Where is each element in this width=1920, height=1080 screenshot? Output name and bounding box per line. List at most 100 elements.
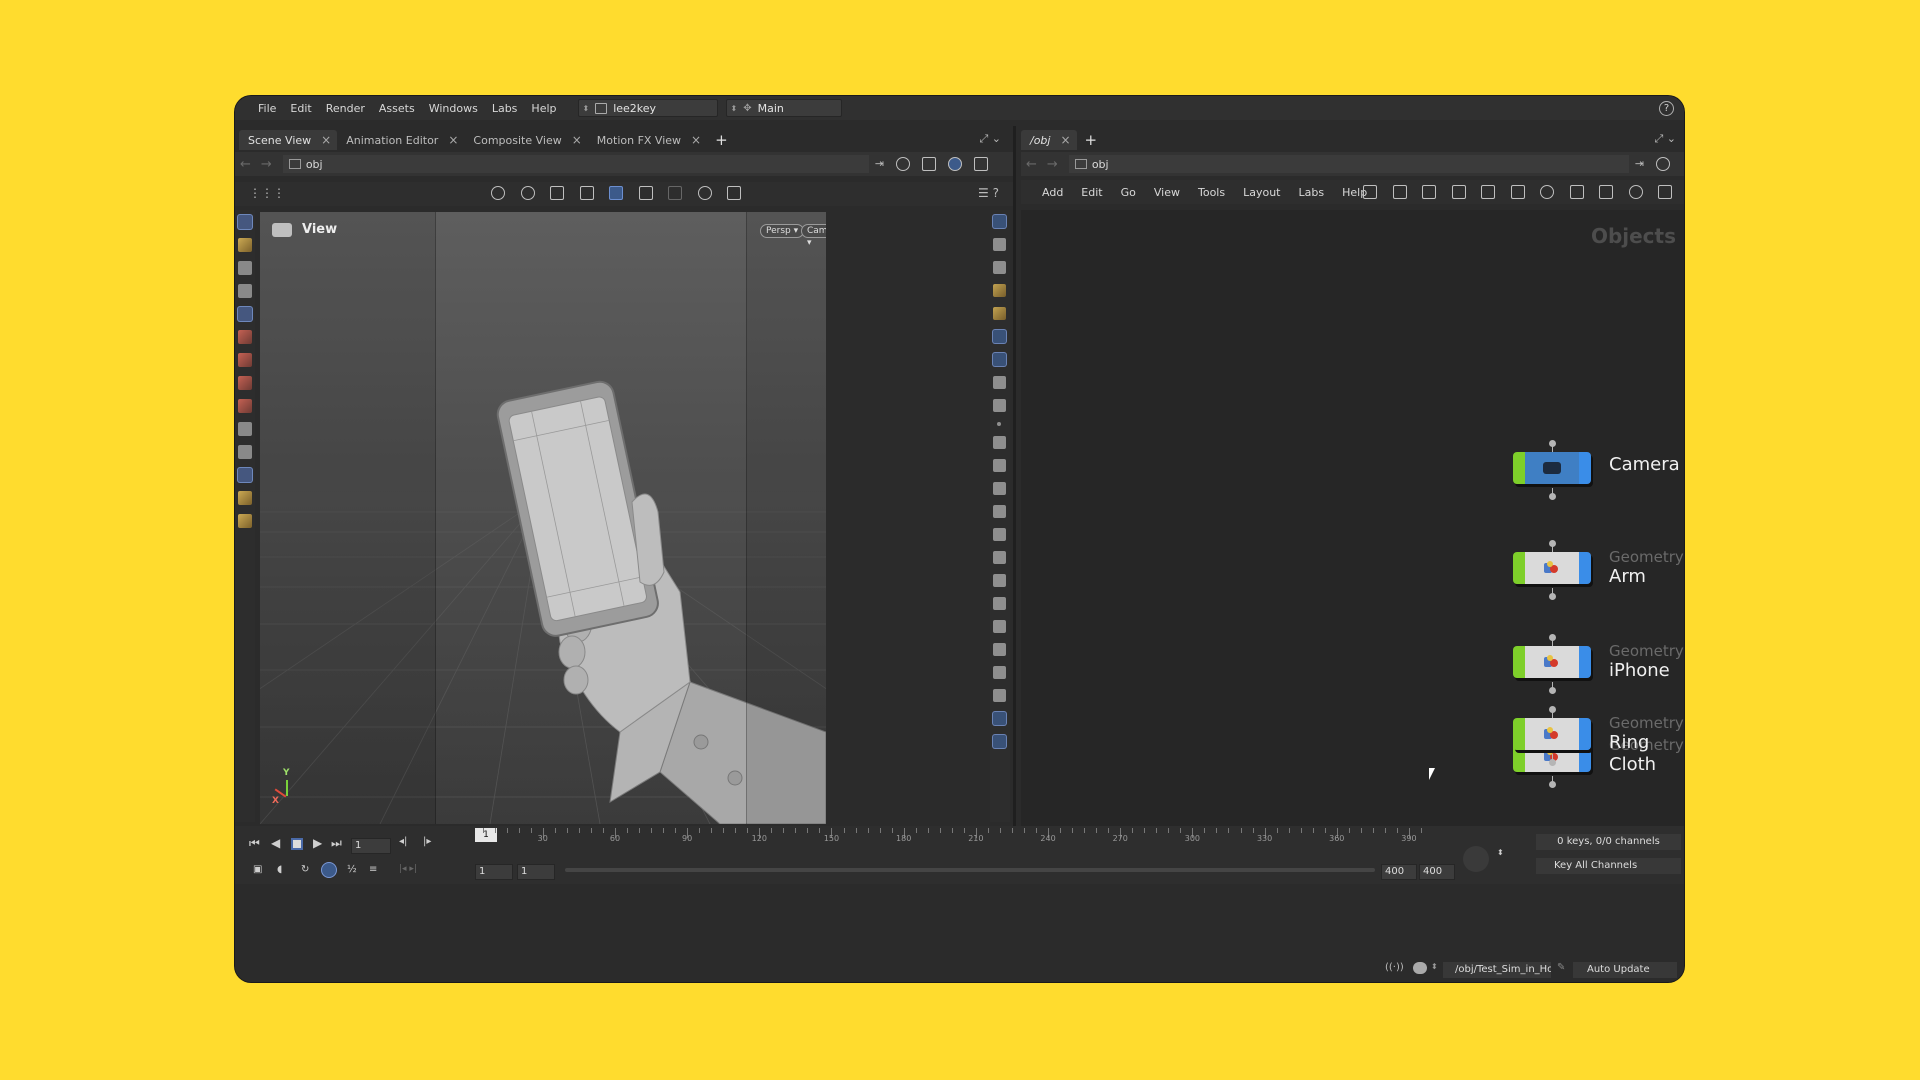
node-render-flag[interactable] — [1579, 718, 1591, 750]
context-selector[interactable]: ⬍ ✥ Main — [725, 99, 842, 117]
viewport-title[interactable]: View — [272, 222, 337, 237]
primitive-icon[interactable] — [993, 505, 1006, 518]
dolly-icon[interactable] — [550, 186, 564, 200]
net-menu-labs[interactable]: Labs — [1290, 186, 1334, 199]
half-rate-label[interactable]: ½ — [347, 864, 357, 875]
back-arrow-icon[interactable]: ← — [235, 157, 256, 172]
snap-icon[interactable] — [638, 186, 653, 200]
light-icon[interactable] — [993, 261, 1006, 274]
step-back-icon[interactable]: ◂| — [399, 836, 407, 847]
node-render-flag[interactable] — [1579, 452, 1591, 484]
chart-icon[interactable] — [993, 735, 1006, 748]
character-icon[interactable] — [238, 514, 252, 528]
guide-icon[interactable] — [993, 399, 1006, 412]
close-icon[interactable]: × — [448, 133, 458, 147]
lighting-mode-icon[interactable] — [993, 307, 1006, 320]
menu-help[interactable]: Help — [524, 102, 563, 115]
grid-view-icon[interactable] — [1481, 185, 1495, 199]
node-body[interactable] — [1513, 718, 1591, 750]
play-icon[interactable]: ▶ — [313, 836, 322, 850]
help-icon[interactable]: ? — [1659, 101, 1674, 116]
node-body[interactable] — [1513, 646, 1591, 678]
tumble-icon[interactable] — [491, 186, 505, 200]
hat-icon[interactable] — [1599, 185, 1613, 199]
output-connector[interactable] — [1549, 593, 1556, 600]
tab-animation-editor[interactable]: Animation Editor × — [337, 130, 464, 150]
layout-icon[interactable] — [1392, 185, 1407, 199]
menu-edit[interactable]: Edit — [283, 102, 318, 115]
select-tool-icon[interactable] — [238, 284, 252, 298]
frame-icon[interactable] — [974, 157, 989, 171]
eye-icon[interactable] — [993, 620, 1006, 633]
key-all-channels[interactable]: Key All Channels — [1536, 858, 1681, 874]
updown-icon[interactable]: ⬍ — [1497, 848, 1504, 857]
node-display-flag[interactable] — [1513, 646, 1525, 678]
zoom-icon[interactable] — [579, 186, 594, 200]
menu-assets[interactable]: Assets — [372, 102, 422, 115]
current-frame-field[interactable]: 1 — [351, 838, 391, 854]
output-connector[interactable] — [1549, 493, 1556, 500]
edge-icon[interactable] — [993, 436, 1006, 449]
snap-alt-icon[interactable] — [238, 445, 252, 459]
node-body[interactable] — [1513, 552, 1591, 584]
sticky-icon[interactable] — [1540, 185, 1554, 199]
maximize-icon[interactable]: ⤢ ⌄ — [1654, 132, 1676, 146]
tab-composite-view[interactable]: Composite View × — [464, 130, 587, 150]
menu-file[interactable]: File — [251, 102, 283, 115]
desktop-selector[interactable]: ⬍ lee2key — [577, 99, 718, 117]
node-body[interactable] — [1513, 452, 1591, 484]
brush-icon[interactable] — [993, 459, 1006, 472]
auto-update-menu[interactable]: Auto Update — [1573, 962, 1677, 978]
pan-icon[interactable] — [520, 186, 535, 200]
range-start-icon[interactable]: |◂ ▸| — [399, 864, 417, 874]
brush-icon[interactable] — [668, 186, 682, 200]
stop-icon[interactable] — [291, 838, 303, 850]
pane-splitter[interactable] — [1013, 126, 1016, 828]
node-render-flag[interactable] — [1579, 552, 1591, 584]
bone-tool-icon[interactable] — [238, 399, 252, 413]
back-arrow-icon[interactable]: ← — [1021, 157, 1042, 172]
menu-render[interactable]: Render — [319, 102, 372, 115]
node-iphone[interactable]: Geometry iPhone — [1501, 634, 1684, 694]
path-field[interactable]: obj — [1068, 155, 1629, 173]
node-render-flag[interactable] — [1579, 646, 1591, 678]
range-end-field[interactable]: 400 — [1381, 864, 1417, 880]
add-tab-button[interactable]: + — [1077, 130, 1106, 150]
simulation-icon[interactable] — [321, 862, 337, 878]
forward-arrow-icon[interactable]: → — [256, 157, 277, 172]
range-start-field[interactable]: 1 — [475, 864, 513, 880]
target-icon[interactable] — [1656, 157, 1671, 171]
close-icon[interactable]: × — [1060, 133, 1070, 147]
paint-tool-icon[interactable] — [238, 238, 252, 252]
grid-icon[interactable]: ⋮⋮⋮ — [249, 186, 285, 200]
lighting-icon[interactable] — [948, 157, 963, 171]
camera-menu[interactable]: Camera ▾ — [801, 224, 826, 248]
snap-magnet-icon[interactable] — [238, 422, 252, 436]
audio-icon[interactable]: ◖ — [277, 864, 282, 875]
pin-icon[interactable]: ⇥ — [875, 157, 884, 171]
transform-tool-icon[interactable] — [238, 307, 252, 321]
net-menu-go[interactable]: Go — [1112, 186, 1145, 199]
display-mode-icon[interactable] — [993, 215, 1006, 228]
node-display-flag[interactable] — [1513, 552, 1525, 584]
range-slider[interactable] — [565, 868, 1375, 872]
timeline-ruler[interactable]: 30 60 90 120 150 180 210 240 270 300 330 360 390 — [473, 828, 1433, 858]
camera-lock-icon[interactable] — [609, 186, 623, 200]
node-camera[interactable]: Camera — [1501, 440, 1684, 500]
status-path[interactable]: /obj/Test_Sim_in_Hou — [1443, 962, 1551, 978]
frame-all-icon[interactable] — [1658, 185, 1672, 199]
render-icon[interactable] — [697, 186, 712, 200]
scale-tool-icon[interactable] — [238, 376, 252, 390]
updown-icon[interactable]: ⬍ — [1431, 962, 1438, 971]
pin-icon[interactable]: ⇥ — [1635, 157, 1644, 171]
tab-scene-view[interactable]: Scene View × — [239, 130, 338, 150]
flipbook-icon[interactable] — [727, 186, 741, 200]
node-arm[interactable]: Geometry Arm — [1501, 540, 1684, 600]
close-icon[interactable]: × — [572, 133, 582, 147]
rotate-tool-icon[interactable] — [238, 353, 252, 367]
normals-icon[interactable] — [993, 482, 1006, 495]
list-icon[interactable] — [1422, 185, 1436, 199]
loop-icon[interactable]: ↻ — [301, 864, 309, 875]
list-icon[interactable] — [993, 689, 1006, 702]
broadcast-icon[interactable]: ((·)) — [1385, 962, 1404, 973]
